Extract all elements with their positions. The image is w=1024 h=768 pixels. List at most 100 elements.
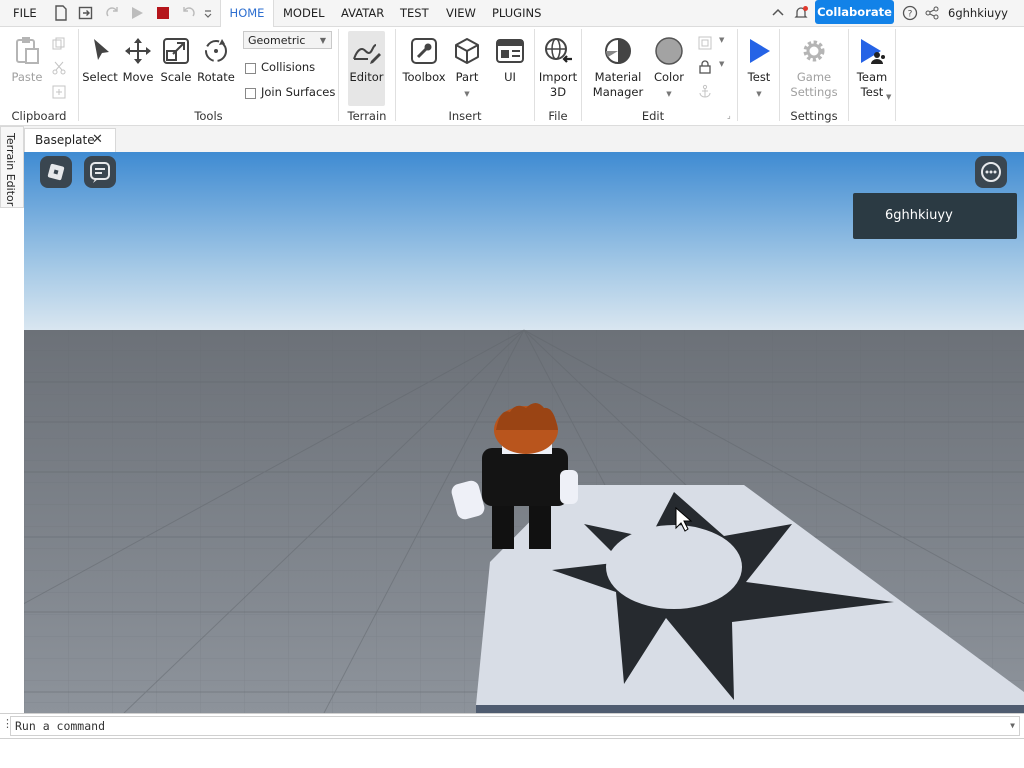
game-settings-line2: Settings	[790, 85, 838, 99]
scale-tool-button[interactable]: Scale	[158, 37, 194, 85]
group-icon[interactable]	[698, 36, 714, 52]
material-label-line2: Manager	[592, 85, 644, 99]
part-button[interactable]: Part ▼	[450, 37, 484, 99]
select-tool-button[interactable]: Select	[82, 37, 118, 85]
scale-icon	[158, 37, 194, 68]
move-label: Move	[122, 70, 154, 84]
ribbon-divider	[895, 29, 896, 121]
terrain-editor-icon	[348, 37, 385, 68]
redo-icon[interactable]	[104, 5, 120, 21]
transform-mode-dropdown[interactable]: Geometric ▼	[243, 31, 332, 49]
ui-window-icon	[493, 37, 527, 68]
paste-button[interactable]: Paste	[8, 35, 46, 85]
lock-dropdown-icon[interactable]: ▼	[719, 60, 735, 76]
join-surfaces-checkbox[interactable]	[245, 88, 256, 99]
username-label[interactable]: 6ghhkiuyy	[948, 0, 1008, 26]
menu-bar: FILE HOME MODEL AVATAR TEST VIEW PLUGINS…	[0, 0, 1024, 27]
ribbon-divider	[581, 29, 582, 121]
tab-baseplate-label: Baseplate	[35, 133, 95, 147]
collaborate-button[interactable]: Collaborate	[815, 0, 894, 24]
close-icon[interactable]: ✕	[92, 132, 103, 147]
more-horizontal-icon	[981, 162, 1001, 182]
tab-test[interactable]: TEST	[400, 0, 429, 26]
command-input[interactable]: Run a command ▼	[10, 716, 1020, 736]
chat-icon	[90, 162, 110, 183]
paste-label: Paste	[11, 70, 43, 84]
tools-group-label: Tools	[194, 109, 223, 123]
terrain-group-label: Terrain	[347, 109, 387, 123]
game-settings-line1: Game	[796, 70, 832, 84]
player-list-entry[interactable]: 6ghhkiuyy	[853, 193, 1017, 239]
chevron-down-icon: ▼	[319, 36, 326, 45]
team-test-line2: Test	[860, 85, 884, 99]
toolbox-button[interactable]: Toolbox	[400, 37, 448, 85]
stop-icon[interactable]	[155, 5, 171, 21]
tab-view[interactable]: VIEW	[446, 0, 476, 26]
rotate-label: Rotate	[197, 70, 235, 84]
game-settings-button[interactable]: Game Settings	[787, 37, 841, 100]
move-tool-button[interactable]: Move	[120, 37, 156, 85]
tab-plugins[interactable]: PLUGINS	[492, 0, 541, 26]
move-arrows-icon	[120, 37, 156, 68]
edit-expand-icon[interactable]: ⌟	[727, 111, 731, 120]
import-label-line1: Import	[538, 70, 578, 84]
team-test-icon	[853, 37, 891, 68]
edit-group-label: Edit	[641, 109, 665, 123]
publish-icon[interactable]	[78, 5, 94, 21]
roblox-menu-button[interactable]	[40, 156, 72, 188]
color-button[interactable]: Color ▼	[651, 37, 687, 99]
duplicate-icon[interactable]	[52, 85, 68, 101]
quick-access-dropdown-icon[interactable]	[203, 5, 213, 21]
ribbon-divider	[737, 29, 738, 121]
ui-button[interactable]: UI	[493, 37, 527, 85]
transform-mode-value: Geometric	[248, 34, 306, 47]
collapse-ribbon-icon[interactable]	[771, 5, 787, 21]
color-swatch-icon	[651, 37, 687, 68]
play-icon[interactable]	[129, 5, 145, 21]
share-icon[interactable]	[924, 5, 940, 21]
undo-icon[interactable]	[181, 5, 197, 21]
terrain-editor-content[interactable]: Editor	[348, 37, 385, 85]
tab-baseplate[interactable]: Baseplate ✕	[24, 128, 116, 153]
tab-home[interactable]: HOME	[220, 0, 274, 27]
test-button[interactable]: Test ▼	[742, 37, 776, 99]
insert-group-label: Insert	[448, 109, 482, 123]
file-menu[interactable]: FILE	[13, 0, 37, 26]
document-tab-bar: Baseplate ✕	[24, 126, 1024, 153]
gear-icon	[787, 37, 841, 68]
lock-icon[interactable]	[698, 60, 714, 76]
ribbon: Paste Clipboard Select Move Scale Rotate	[0, 27, 1024, 126]
anchor-icon[interactable]	[698, 84, 714, 100]
team-test-button[interactable]: Team Test	[853, 37, 891, 100]
rotate-tool-button[interactable]: Rotate	[196, 37, 236, 85]
select-arrow-icon	[82, 37, 118, 68]
help-icon[interactable]: ?	[902, 5, 918, 21]
material-manager-button[interactable]: Material Manager	[592, 37, 644, 100]
select-label: Select	[82, 70, 118, 84]
ribbon-divider	[78, 29, 79, 121]
command-history-dropdown-icon[interactable]: ▼	[1010, 717, 1015, 735]
team-test-dropdown-icon[interactable]: ▼	[886, 93, 891, 101]
tab-model[interactable]: MODEL	[283, 0, 325, 26]
ui-label: UI	[504, 70, 516, 84]
notifications-bell-icon[interactable]	[793, 5, 809, 21]
ribbon-divider	[848, 29, 849, 121]
import-3d-button[interactable]: Import 3D	[537, 37, 579, 100]
import-3d-label: Import 3D	[537, 70, 579, 100]
new-file-icon[interactable]	[54, 5, 70, 21]
toolbox-label: Toolbox	[402, 70, 446, 84]
command-bar: ⋮ Run a command ▼	[0, 713, 1024, 739]
tab-avatar[interactable]: AVATAR	[341, 0, 384, 26]
collisions-checkbox[interactable]	[245, 63, 256, 74]
material-manager-icon	[592, 37, 644, 68]
material-label-line1: Material	[594, 70, 642, 84]
terrain-editor-side-tab[interactable]: Terrain Editor	[0, 126, 24, 208]
group-dropdown-icon[interactable]: ▼	[719, 36, 735, 52]
chat-button[interactable]	[84, 156, 116, 188]
ribbon-divider	[395, 29, 396, 121]
test-dropdown-icon: ▼	[756, 90, 762, 98]
copy-icon[interactable]	[52, 37, 68, 53]
cut-icon[interactable]	[52, 61, 68, 77]
clipboard-icon	[8, 35, 46, 68]
more-options-button[interactable]	[975, 156, 1007, 188]
